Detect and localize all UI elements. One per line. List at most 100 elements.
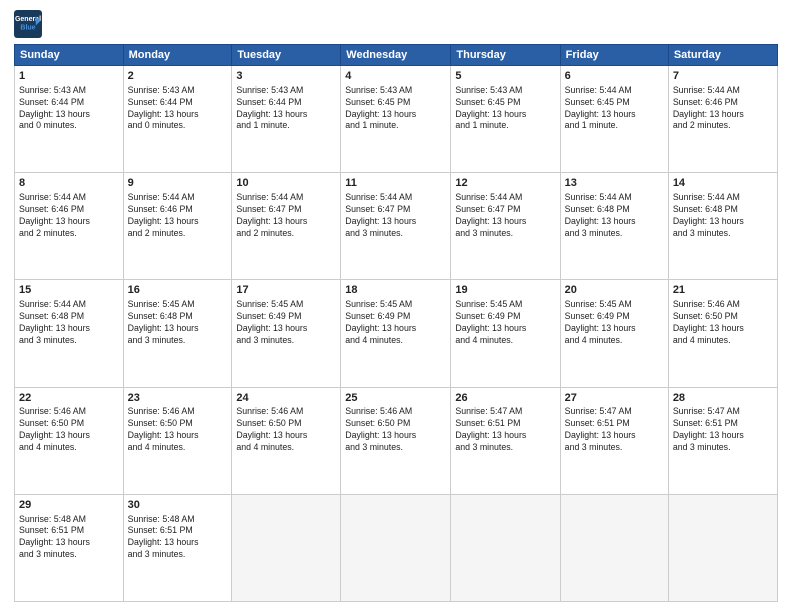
day-number: 19 [455,283,555,298]
day-number: 25 [345,391,446,406]
day-number: 6 [565,69,664,84]
week-row-4: 22Sunrise: 5:46 AMSunset: 6:50 PMDayligh… [15,387,778,494]
day-number: 28 [673,391,773,406]
day-cell [341,494,451,601]
day-number: 15 [19,283,119,298]
header-cell-thursday: Thursday [451,45,560,66]
day-number: 5 [455,69,555,84]
day-number: 24 [236,391,336,406]
day-number: 3 [236,69,336,84]
header: General Blue [14,10,778,38]
day-cell: 9Sunrise: 5:44 AMSunset: 6:46 PMDaylight… [123,173,232,280]
day-info: Sunrise: 5:43 AMSunset: 6:44 PMDaylight:… [236,85,336,133]
day-info: Sunrise: 5:46 AMSunset: 6:50 PMDaylight:… [128,406,228,454]
day-cell [232,494,341,601]
week-row-2: 8 Sunrise: 5:44 AMSunset: 6:46 PMDaylight… [15,173,778,280]
day-cell [668,494,777,601]
week-row-1: 1Sunrise: 5:43 AMSunset: 6:44 PMDaylight… [15,66,778,173]
day-info: Sunrise: 5:44 AMSunset: 6:46 PMDaylight:… [128,192,228,240]
day-number: 18 [345,283,446,298]
day-info: Sunrise: 5:47 AMSunset: 6:51 PMDaylight:… [565,406,664,454]
day-number: 16 [128,283,228,298]
day-cell: 11Sunrise: 5:44 AMSunset: 6:47 PMDayligh… [341,173,451,280]
day-cell: 16Sunrise: 5:45 AMSunset: 6:48 PMDayligh… [123,280,232,387]
day-number: 22 [19,391,119,406]
day-cell: 24Sunrise: 5:46 AMSunset: 6:50 PMDayligh… [232,387,341,494]
day-number: 10 [236,176,336,191]
day-cell: 3Sunrise: 5:43 AMSunset: 6:44 PMDaylight… [232,66,341,173]
day-number: 17 [236,283,336,298]
day-cell: 15Sunrise: 5:44 AMSunset: 6:48 PMDayligh… [15,280,124,387]
day-info: Sunrise: 5:46 AMSunset: 6:50 PMDaylight:… [19,406,119,454]
calendar-header: SundayMondayTuesdayWednesdayThursdayFrid… [15,45,778,66]
calendar-body: 1Sunrise: 5:43 AMSunset: 6:44 PMDaylight… [15,66,778,602]
day-cell: 7Sunrise: 5:44 AMSunset: 6:46 PMDaylight… [668,66,777,173]
day-cell: 29Sunrise: 5:48 AMSunset: 6:51 PMDayligh… [15,494,124,601]
day-cell: 22Sunrise: 5:46 AMSunset: 6:50 PMDayligh… [15,387,124,494]
day-cell: 21Sunrise: 5:46 AMSunset: 6:50 PMDayligh… [668,280,777,387]
day-cell: 13Sunrise: 5:44 AMSunset: 6:48 PMDayligh… [560,173,668,280]
day-cell: 5Sunrise: 5:43 AMSunset: 6:45 PMDaylight… [451,66,560,173]
day-info: Sunrise: 5:47 AMSunset: 6:51 PMDaylight:… [455,406,555,454]
day-number: 13 [565,176,664,191]
day-cell: 4Sunrise: 5:43 AMSunset: 6:45 PMDaylight… [341,66,451,173]
day-number: 9 [128,176,228,191]
day-info: Sunrise: 5:43 AMSunset: 6:45 PMDaylight:… [345,85,446,133]
day-number: 29 [19,498,119,513]
day-cell: 30Sunrise: 5:48 AMSunset: 6:51 PMDayligh… [123,494,232,601]
day-info: Sunrise: 5:46 AMSunset: 6:50 PMDaylight:… [673,299,773,347]
day-info: Sunrise: 5:44 AMSunset: 6:47 PMDaylight:… [455,192,555,240]
week-row-5: 29 Sunrise: 5:48 AMSunset: 6:51 PMDayligh… [15,494,778,601]
svg-text:Blue: Blue [20,24,35,31]
day-info: Sunrise: 5:44 AMSunset: 6:48 PMDaylight:… [565,192,664,240]
header-row: SundayMondayTuesdayWednesdayThursdayFrid… [15,45,778,66]
day-info: Sunrise: 5:44 AMSunset: 6:47 PMDaylight:… [236,192,336,240]
day-number: 21 [673,283,773,298]
day-number: 23 [128,391,228,406]
day-number: 4 [345,69,446,84]
header-cell-monday: Monday [123,45,232,66]
day-cell: 14Sunrise: 5:44 AMSunset: 6:48 PMDayligh… [668,173,777,280]
day-cell: 20Sunrise: 5:45 AMSunset: 6:49 PMDayligh… [560,280,668,387]
day-cell: 10Sunrise: 5:44 AMSunset: 6:47 PMDayligh… [232,173,341,280]
day-cell: 17Sunrise: 5:45 AMSunset: 6:49 PMDayligh… [232,280,341,387]
day-info: Sunrise: 5:43 AMSunset: 6:44 PMDaylight:… [19,85,119,133]
day-cell: 6Sunrise: 5:44 AMSunset: 6:45 PMDaylight… [560,66,668,173]
day-cell: 28Sunrise: 5:47 AMSunset: 6:51 PMDayligh… [668,387,777,494]
day-cell [560,494,668,601]
day-info: Sunrise: 5:44 AMSunset: 6:47 PMDaylight:… [345,192,446,240]
calendar-table: SundayMondayTuesdayWednesdayThursdayFrid… [14,44,778,602]
header-cell-saturday: Saturday [668,45,777,66]
page: General Blue SundayMondayTuesdayWednesda… [0,0,792,612]
day-cell: 19Sunrise: 5:45 AMSunset: 6:49 PMDayligh… [451,280,560,387]
day-number: 7 [673,69,773,84]
day-number: 8 [19,176,119,191]
day-number: 27 [565,391,664,406]
day-cell: 25Sunrise: 5:46 AMSunset: 6:50 PMDayligh… [341,387,451,494]
logo: General Blue [14,10,46,38]
day-number: 26 [455,391,555,406]
day-cell: 1Sunrise: 5:43 AMSunset: 6:44 PMDaylight… [15,66,124,173]
day-cell [451,494,560,601]
day-info: Sunrise: 5:48 AMSunset: 6:51 PMDaylight:… [128,514,228,562]
day-number: 11 [345,176,446,191]
day-number: 2 [128,69,228,84]
day-number: 20 [565,283,664,298]
day-info: Sunrise: 5:45 AMSunset: 6:49 PMDaylight:… [455,299,555,347]
day-info: Sunrise: 5:45 AMSunset: 6:48 PMDaylight:… [128,299,228,347]
day-cell: 26Sunrise: 5:47 AMSunset: 6:51 PMDayligh… [451,387,560,494]
day-info: Sunrise: 5:46 AMSunset: 6:50 PMDaylight:… [345,406,446,454]
day-info: Sunrise: 5:45 AMSunset: 6:49 PMDaylight:… [236,299,336,347]
day-info: Sunrise: 5:44 AMSunset: 6:48 PMDaylight:… [19,299,119,347]
day-info: Sunrise: 5:44 AMSunset: 6:45 PMDaylight:… [565,85,664,133]
header-cell-tuesday: Tuesday [232,45,341,66]
logo-icon: General Blue [14,10,42,38]
day-info: Sunrise: 5:45 AMSunset: 6:49 PMDaylight:… [345,299,446,347]
day-info: Sunrise: 5:45 AMSunset: 6:49 PMDaylight:… [565,299,664,347]
day-info: Sunrise: 5:44 AMSunset: 6:48 PMDaylight:… [673,192,773,240]
day-cell: 8Sunrise: 5:44 AMSunset: 6:46 PMDaylight… [15,173,124,280]
day-cell: 18Sunrise: 5:45 AMSunset: 6:49 PMDayligh… [341,280,451,387]
day-number: 14 [673,176,773,191]
day-info: Sunrise: 5:47 AMSunset: 6:51 PMDaylight:… [673,406,773,454]
day-info: Sunrise: 5:43 AMSunset: 6:45 PMDaylight:… [455,85,555,133]
